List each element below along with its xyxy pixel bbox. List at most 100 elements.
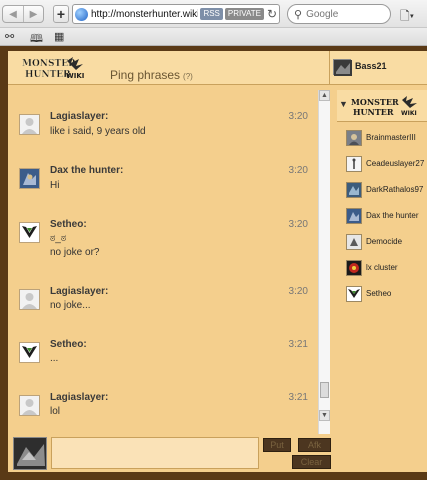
ping-help-link[interactable]: (?) [183,72,193,81]
scroll-thumb[interactable] [320,382,329,398]
message-text: no joke or? [50,247,100,258]
message-text: no joke... [50,300,91,311]
message-time: 3:20 [288,111,308,122]
user-name[interactable]: DarkRathalos97 [366,185,423,194]
user-avatar [346,260,362,276]
message-author[interactable]: Dax the hunter: [50,165,123,176]
new-tab-button[interactable]: + [53,5,69,23]
back-button[interactable]: ◀ [3,6,23,22]
page-menu-icon[interactable]: 🗋▾ [400,7,414,28]
user-name[interactable]: Setheo [366,289,391,298]
forward-arrow-icon: ▶ [29,8,38,20]
put-button[interactable]: Put [263,438,291,452]
address-bar[interactable]: http://monsterhunter.wikia. RSS PRIVATE … [72,4,280,24]
user-avatar[interactable] [19,222,40,243]
browser-toolbar: ◀ ▶ + http://monsterhunter.wikia. RSS PR… [0,0,427,28]
message-time: 3:21 [288,339,308,350]
svg-text:HUNTER: HUNTER [25,70,71,80]
user-name[interactable]: Ceadeuslayer27 [366,159,424,168]
search-box[interactable]: ⚲ [287,4,391,24]
user-avatar [346,286,362,302]
private-badge: PRIVATE [224,8,264,20]
user-avatar [346,156,362,172]
chat-message: Lagiaslayer: 3:21 lol [8,392,318,434]
clear-button[interactable]: Clear [292,455,331,469]
scroll-down-icon[interactable]: ▼ [319,410,330,421]
user-list-item[interactable]: Ceadeuslayer27 [346,156,426,174]
composer-avatar [13,437,47,470]
forward-button[interactable]: ▶ [23,6,43,22]
vertical-scrollbar[interactable]: ▲ ▼ [318,90,330,434]
user-avatar[interactable] [19,342,40,363]
chat-window: MONSTER HUNTER WIKI Ping phrases (?) Bass… [8,51,427,472]
message-time: 3:20 [288,219,308,230]
message-text: like i said, 9 years old [50,126,146,137]
scroll-up-icon[interactable]: ▲ [319,90,330,101]
user-list-item[interactable]: lx cluster [346,260,426,278]
ping-phrases-link[interactable]: Ping phrases (?) [110,68,193,82]
default-avatar-icon[interactable] [19,114,40,135]
user-list-item[interactable]: Dax the hunter [346,208,426,226]
message-author[interactable]: Setheo: [50,219,87,230]
current-user-avatar[interactable] [333,59,352,76]
message-text: ... [50,353,59,364]
svg-text:MONSTER: MONSTER [351,97,399,107]
globe-icon [75,7,88,21]
default-avatar-icon[interactable] [19,395,40,416]
chat-message: Setheo: 3:21 ... [8,339,318,389]
afk-button[interactable]: Afk [298,438,331,452]
plus-icon: + [56,6,66,22]
user-name[interactable]: BrainmasterIII [366,133,416,142]
message-text: lol [50,406,61,417]
wiki-logo: MONSTER HUNTER WIKI [351,96,417,117]
chat-message: Setheo: 3:20 ಠ_ಠ no joke or? [8,219,318,269]
user-list-item[interactable]: Setheo [346,286,426,304]
message-author[interactable]: Setheo: [50,339,87,350]
collapse-caret-icon[interactable]: ▼ [339,99,348,109]
search-icon: ⚲ [294,8,303,21]
chat-message: Lagiaslayer: 3:20 no joke... [8,286,318,336]
message-author[interactable]: Lagiaslayer: [50,392,108,403]
url-text[interactable]: http://monsterhunter.wikia. [91,9,198,20]
user-list-item[interactable]: BrainmasterIII [346,130,426,148]
svg-text:HUNTER: HUNTER [353,107,394,117]
chat-header: MONSTER HUNTER WIKI Ping phrases (?) Bass… [8,51,427,85]
bookmarks-bar: ⚯ 🕮 ▦ [0,28,427,46]
top-sites-grid-icon[interactable]: ▦ [54,30,64,43]
reader-glasses-icon[interactable]: ⚯ [5,30,14,43]
user-name[interactable]: Democide [366,237,402,246]
user-avatar [346,130,362,146]
header-divider [329,51,330,85]
ping-phrases-label[interactable]: Ping phrases [110,68,180,82]
current-user-name[interactable]: Bass21 [355,61,387,71]
bookmarks-book-icon[interactable]: 🕮 [30,30,43,49]
user-list-panel: ▼ MONSTER HUNTER WIKI BrainmasterIII Cea… [331,86,427,472]
search-input[interactable] [306,8,377,20]
back-arrow-icon: ◀ [9,8,17,20]
svg-text:WIKI: WIKI [66,72,84,80]
user-name[interactable]: lx cluster [366,263,398,272]
default-avatar-icon[interactable] [19,289,40,310]
message-time: 3:20 [288,286,308,297]
message-author[interactable]: Lagiaslayer: [50,286,108,297]
user-avatar [346,182,362,198]
svg-text:WIKI: WIKI [401,110,417,117]
message-list: Lagiaslayer: 3:20 like i said, 9 years o… [8,90,330,434]
message-composer: Put Afk Clear [8,436,331,472]
message-text: Hi [50,180,60,191]
chat-message: Lagiaslayer: 3:20 like i said, 9 years o… [8,111,318,161]
user-list-item[interactable]: DarkRathalos97 [346,182,426,200]
user-list-header[interactable]: ▼ MONSTER HUNTER WIKI [337,90,427,122]
reload-icon[interactable]: ↻ [267,7,277,21]
nav-buttons: ◀ ▶ [2,5,44,23]
user-avatar[interactable] [19,168,40,189]
rss-badge[interactable]: RSS [200,8,223,20]
message-author[interactable]: Lagiaslayer: [50,111,108,122]
monster-hunter-wiki-logo[interactable]: MONSTER HUNTER WIKI [21,55,87,81]
user-name[interactable]: Dax the hunter [366,211,418,220]
message-time: 3:21 [288,392,308,403]
user-list-item[interactable]: Democide [346,234,426,252]
chat-message: Dax the hunter: 3:20 Hi [8,165,318,215]
message-input[interactable] [51,437,259,469]
user-avatar [346,208,362,224]
